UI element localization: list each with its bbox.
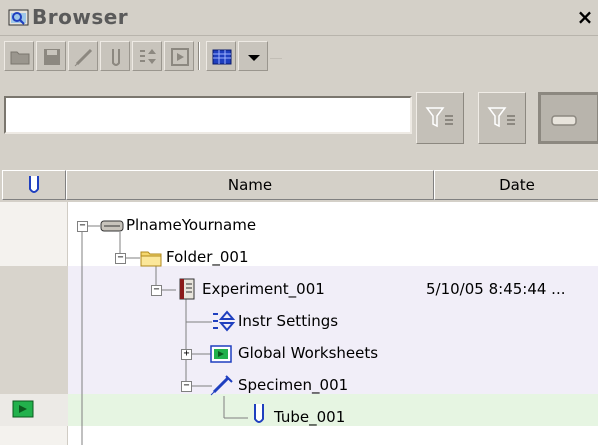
tree-label-global-worksheets: Global Worksheets: [238, 344, 379, 362]
experiment-date: 5/10/05 8:45:44 ...: [426, 280, 566, 298]
syringe-icon: [210, 372, 234, 400]
toolbar-separator: [198, 42, 200, 70]
collapse-toggle[interactable]: −: [77, 221, 88, 232]
new-specimen-button[interactable]: [68, 41, 98, 71]
window-title: Browser: [32, 5, 129, 29]
server-icon: [551, 115, 577, 126]
browser-window: Browser × Name Date − PlnameYourname − F…: [0, 0, 598, 445]
toolbar-line: [270, 58, 282, 59]
dropdown-arrow-icon: [248, 55, 260, 61]
column-header-row: Name Date: [0, 168, 598, 202]
close-button[interactable]: ×: [572, 4, 598, 30]
new-tube-button[interactable]: [100, 41, 130, 71]
server-filter-button[interactable]: [538, 92, 598, 144]
instrument-settings-icon: [140, 49, 156, 64]
tree-label-specimen: Specimen_001: [238, 376, 349, 394]
instrument-settings-button[interactable]: [132, 41, 162, 71]
new-folder-button[interactable]: [4, 41, 34, 71]
tree-label-tube: Tube_001: [274, 408, 346, 426]
tube-icon: [112, 49, 120, 66]
toolbar: [0, 36, 598, 76]
filter-icon: [425, 107, 453, 128]
collapse-toggle[interactable]: −: [181, 381, 192, 392]
tube-icon: [29, 176, 39, 193]
date-column-header[interactable]: Date: [434, 170, 598, 200]
filter-button-1[interactable]: [416, 92, 464, 144]
layout-dropdown-button[interactable]: [238, 41, 268, 71]
tree-label-folder: Folder_001: [166, 248, 249, 266]
tree-label-root: PlnameYourname: [126, 216, 257, 234]
tree-label-experiment: Experiment_001: [202, 280, 325, 298]
tree-label-instr-settings: Instr Settings: [238, 312, 339, 330]
tube-icon: [252, 402, 266, 430]
filter-bar: [0, 76, 598, 168]
worksheet-icon: [210, 344, 232, 368]
collapse-toggle[interactable]: −: [115, 253, 126, 264]
layout-button[interactable]: [206, 41, 236, 71]
browser-app-icon: [8, 8, 30, 28]
save-icon: [44, 49, 60, 65]
filter-button-2[interactable]: [478, 92, 526, 144]
title-bar: Browser ×: [0, 0, 598, 36]
save-button[interactable]: [36, 41, 66, 71]
marker-column-header[interactable]: [2, 170, 66, 200]
name-column-header[interactable]: Name: [66, 170, 434, 200]
folder-icon: [10, 51, 30, 65]
worksheet-button[interactable]: [164, 41, 194, 71]
server-icon: [100, 218, 124, 238]
folder-icon: [140, 248, 162, 272]
tree-table: − PlnameYourname − Folder_001 − Experime…: [0, 202, 598, 445]
expand-toggle[interactable]: +: [181, 349, 192, 360]
worksheet-icon: [171, 48, 189, 66]
collapse-toggle[interactable]: −: [151, 285, 162, 296]
experiment-icon: [178, 278, 196, 304]
syringe-icon: [74, 48, 93, 67]
filter-icon: [487, 107, 515, 128]
instrument-settings-icon: [212, 310, 236, 336]
grid-layout-icon: [212, 49, 232, 65]
search-input[interactable]: [4, 96, 412, 134]
